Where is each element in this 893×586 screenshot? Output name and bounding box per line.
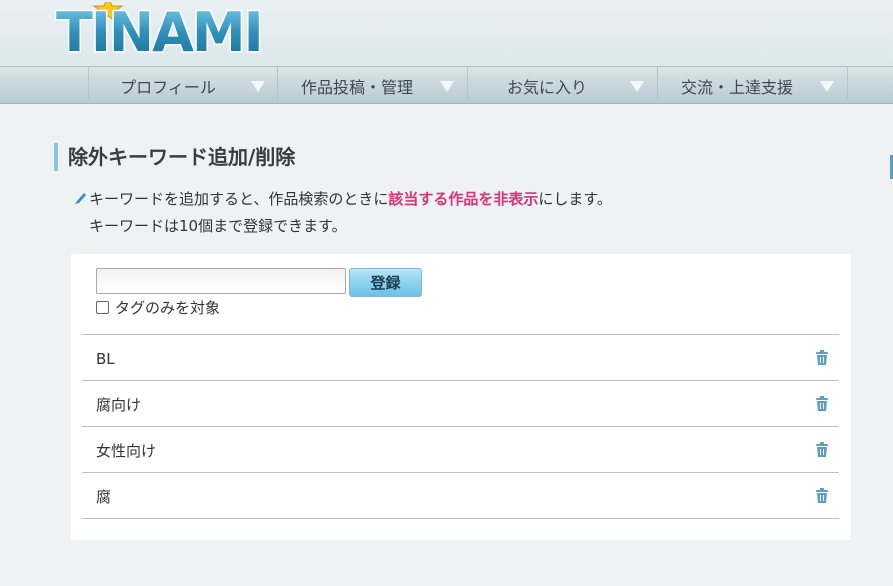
global-nav: プロフィール 作品投稿・管理 お気に入り 交流・上達支援 (0, 66, 893, 104)
nav-item-works[interactable]: 作品投稿・管理 (277, 67, 466, 104)
nav-item-label: プロフィール (120, 77, 216, 97)
description-line-2: キーワードは10個まで登録できます。 (89, 217, 347, 235)
tinami-logo[interactable]: TINAMI (52, 2, 284, 60)
nav-item-community[interactable]: 交流・上達支援 (657, 67, 846, 104)
trash-icon[interactable] (815, 488, 829, 504)
keyword-text: 女性向け (96, 442, 157, 460)
tag-only-label: タグのみを対象 (115, 299, 221, 317)
trash-icon[interactable] (815, 350, 829, 366)
nav-item-favorites[interactable]: お気に入り (467, 67, 656, 104)
svg-text:TINAMI: TINAMI (56, 2, 262, 60)
description: キーワードを追加すると、作品検索のときに該当する作品を非表示にします。 キーワー… (74, 186, 612, 240)
tag-only-checkbox[interactable] (96, 301, 109, 314)
description-text: にします。 (538, 190, 612, 208)
list-item: 腐向け (82, 380, 839, 426)
description-emphasis: 該当する作品を非表示 (388, 190, 539, 208)
triangle-down-icon (251, 81, 265, 92)
keyword-panel: 登録 タグのみを対象 BL 腐向け 女性向け 腐 (71, 254, 851, 540)
nav-item-label: 作品投稿・管理 (300, 77, 413, 97)
keyword-text: 腐 (96, 488, 112, 506)
list-item: BL (82, 334, 839, 380)
pencil-icon (75, 193, 86, 204)
list-item: 腐 (82, 472, 839, 519)
register-button[interactable]: 登録 (349, 268, 422, 297)
description-line-1: キーワードを追加すると、作品検索のときに該当する作品を非表示にします。 (74, 186, 612, 213)
keyword-input[interactable] (96, 268, 346, 294)
triangle-down-icon (630, 81, 644, 92)
trash-icon[interactable] (815, 442, 829, 458)
description-text: キーワードを追加すると、作品検索のときに (89, 190, 389, 208)
trash-icon[interactable] (815, 396, 829, 412)
tag-only-checkbox-row[interactable]: タグのみを対象 (96, 297, 220, 318)
nav-divider (847, 67, 848, 104)
nav-item-profile[interactable]: プロフィール (88, 67, 277, 104)
site-header: TINAMI (0, 0, 893, 66)
nav-item-label: お気に入り (506, 77, 587, 97)
list-item: 女性向け (82, 426, 839, 472)
triangle-down-icon (820, 81, 834, 92)
keyword-list: BL 腐向け 女性向け 腐 (82, 334, 839, 519)
keyword-text: 腐向け (96, 396, 142, 414)
page-title: 除外キーワード追加/削除 (54, 143, 295, 171)
nav-item-label: 交流・上達支援 (680, 77, 793, 97)
keyword-text: BL (96, 350, 115, 368)
triangle-down-icon (440, 81, 454, 92)
